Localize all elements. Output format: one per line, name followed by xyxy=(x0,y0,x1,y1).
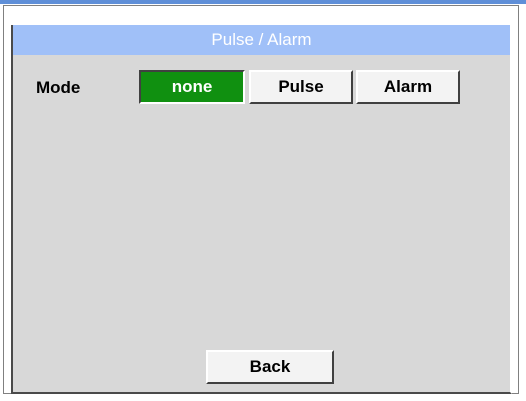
screen: Pulse / Alarm Mode none Pulse Alarm Back xyxy=(0,0,526,401)
mode-pulse-button[interactable]: Pulse xyxy=(249,70,353,104)
back-button[interactable]: Back xyxy=(206,350,334,384)
mode-label: Mode xyxy=(36,78,81,97)
mode-alarm-button[interactable]: Alarm xyxy=(356,70,460,104)
pulse-alarm-panel: Pulse / Alarm Mode none Pulse Alarm Back xyxy=(11,25,512,394)
mode-none-button[interactable]: none xyxy=(139,70,245,104)
top-accent-line xyxy=(0,0,526,4)
page-title: Pulse / Alarm xyxy=(13,25,510,55)
